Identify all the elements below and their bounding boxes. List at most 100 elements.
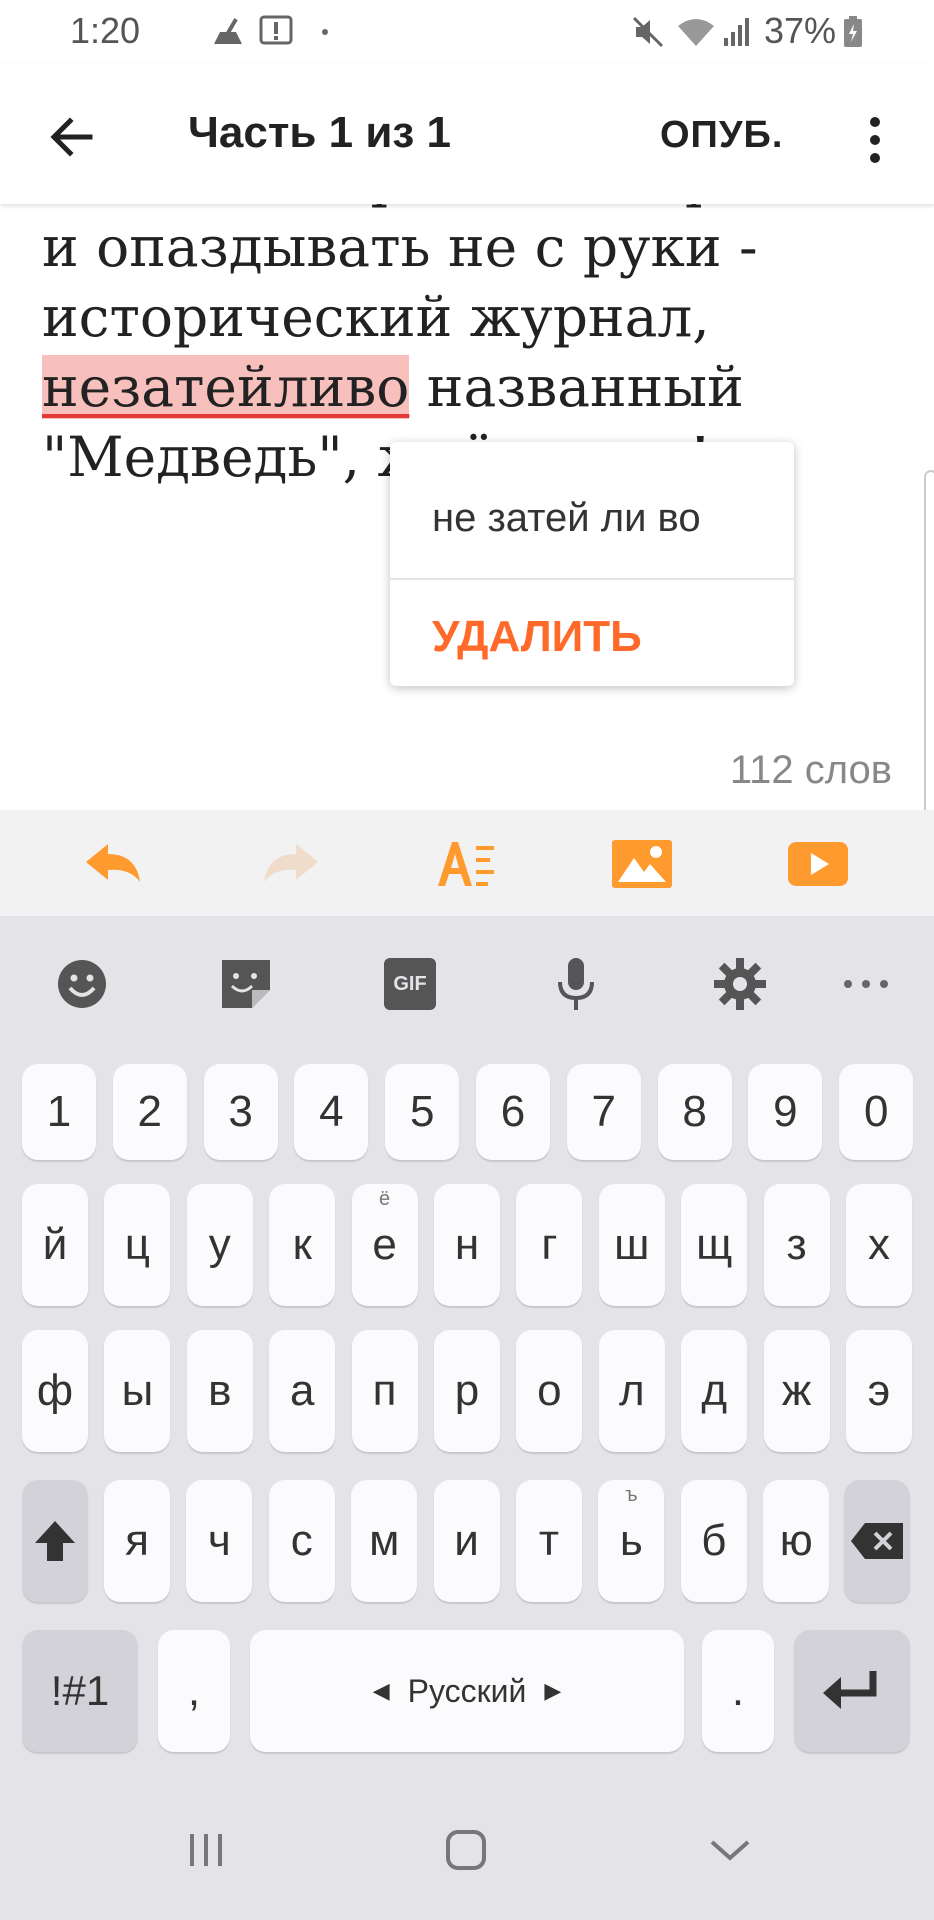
key-и[interactable]: и	[433, 1480, 500, 1602]
sticker-icon[interactable]	[218, 956, 274, 1012]
key-label: г	[541, 1220, 558, 1269]
key-label: 2	[137, 1087, 163, 1136]
key-д[interactable]: д	[681, 1330, 748, 1452]
key-м[interactable]: м	[351, 1480, 418, 1602]
key-label: н	[454, 1220, 480, 1269]
comma-key[interactable]: ,	[158, 1630, 230, 1752]
key-label: ц	[124, 1220, 150, 1269]
key-label: х	[868, 1220, 890, 1269]
mute-icon	[632, 16, 664, 48]
recent-apps-icon[interactable]	[176, 1820, 236, 1880]
key-е[interactable]: ёе	[351, 1184, 418, 1306]
backspace-key[interactable]	[844, 1480, 910, 1602]
key-п[interactable]: п	[351, 1330, 418, 1452]
key-т[interactable]: т	[516, 1480, 582, 1602]
text-before: Сегодня первый день работы и опаздывать …	[42, 204, 893, 349]
key-б[interactable]: б	[680, 1480, 747, 1602]
key-label: т	[538, 1516, 560, 1565]
undo-icon[interactable]	[82, 832, 146, 896]
key-8[interactable]: 8	[657, 1064, 732, 1160]
key-н[interactable]: н	[434, 1184, 500, 1306]
gif-icon[interactable]: GIF	[384, 958, 436, 1010]
misspelled-word[interactable]: незатейливо	[42, 355, 410, 419]
key-label: 4	[319, 1087, 344, 1136]
redo-icon[interactable]	[258, 832, 322, 896]
key-ю[interactable]: ю	[763, 1480, 830, 1602]
key-ф[interactable]: ф	[22, 1330, 88, 1452]
wifi-icon	[678, 19, 714, 46]
format-toolbar	[0, 810, 934, 916]
space-key[interactable]: ◀ Русский ▶	[250, 1630, 684, 1752]
publish-button[interactable]: ОПУБ.	[660, 114, 783, 157]
key-ж[interactable]: ж	[763, 1330, 830, 1452]
key-9[interactable]: 9	[748, 1064, 823, 1160]
lang-left-arrow-icon: ◀	[372, 1678, 390, 1703]
key-label: м	[369, 1516, 400, 1565]
key-в[interactable]: в	[186, 1330, 253, 1452]
mic-icon[interactable]	[548, 956, 604, 1012]
key-label: й	[42, 1220, 68, 1269]
key-0[interactable]: 0	[839, 1064, 914, 1160]
battery-icon	[844, 16, 862, 47]
emoji-icon[interactable]	[54, 956, 110, 1012]
enter-icon	[823, 1671, 877, 1709]
key-й[interactable]: й	[22, 1184, 88, 1306]
key-у[interactable]: у	[186, 1184, 253, 1306]
key-а[interactable]: а	[269, 1330, 336, 1452]
back-arrow-icon[interactable]	[40, 104, 106, 170]
key-2[interactable]: 2	[112, 1064, 187, 1160]
key-ц[interactable]: ц	[104, 1184, 171, 1306]
alert-icon	[259, 15, 293, 45]
lang-right-arrow-icon: ▶	[544, 1678, 562, 1703]
suggestion-item[interactable]: не затей ли во	[432, 496, 701, 541]
key-о[interactable]: о	[516, 1330, 583, 1452]
symbols-key[interactable]: !#1	[22, 1630, 138, 1752]
key-э[interactable]: э	[846, 1330, 912, 1452]
key-label: ю	[779, 1516, 813, 1565]
key-label: я	[125, 1516, 149, 1565]
key-label: 5	[409, 1087, 435, 1136]
key-3[interactable]: 3	[203, 1064, 278, 1160]
key-label: 8	[682, 1087, 707, 1136]
key-5[interactable]: 5	[385, 1064, 460, 1160]
key-с[interactable]: с	[268, 1480, 335, 1602]
key-щ[interactable]: щ	[681, 1184, 748, 1306]
key-р[interactable]: р	[434, 1330, 500, 1452]
key-label: ф	[36, 1366, 74, 1415]
more-horiz-icon[interactable]	[838, 956, 894, 1012]
key-ш[interactable]: ш	[598, 1184, 665, 1306]
settings-icon[interactable]	[712, 956, 768, 1012]
key-label: р	[454, 1366, 480, 1415]
key-з[interactable]: з	[763, 1184, 830, 1306]
video-icon[interactable]	[786, 832, 850, 896]
home-icon[interactable]	[436, 1820, 496, 1880]
key-label: к	[292, 1220, 312, 1269]
key-7[interactable]: 7	[566, 1064, 641, 1160]
key-ь[interactable]: ъь	[598, 1480, 665, 1602]
backspace-icon	[851, 1523, 903, 1559]
key-я[interactable]: я	[104, 1480, 170, 1602]
keyboard: GIF 1234 567890 й цукёен гшщзх фывапролджэ ячс…	[0, 916, 934, 1920]
more-vert-icon[interactable]	[860, 110, 890, 170]
key-ч[interactable]: ч	[186, 1480, 253, 1602]
key-6[interactable]: 6	[476, 1064, 550, 1160]
scroll-handle[interactable]	[924, 470, 934, 830]
enter-key[interactable]	[794, 1630, 910, 1752]
delete-button[interactable]: УДАЛИТЬ	[432, 612, 642, 662]
key-4[interactable]: 4	[294, 1064, 369, 1160]
key-label: в	[208, 1366, 232, 1415]
key-ы[interactable]: ы	[104, 1330, 171, 1452]
hide-keyboard-icon[interactable]	[700, 1820, 760, 1880]
image-icon[interactable]	[610, 832, 674, 896]
dot-icon	[322, 29, 328, 35]
key-л[interactable]: л	[598, 1330, 665, 1452]
page-title: Часть 1 из 1	[188, 108, 451, 157]
text-format-icon[interactable]	[434, 832, 498, 896]
key-1[interactable]: 1	[22, 1064, 96, 1160]
space-label: Русский	[407, 1672, 527, 1709]
shift-key[interactable]	[22, 1480, 88, 1602]
key-г[interactable]: г	[516, 1184, 583, 1306]
period-key[interactable]: .	[702, 1630, 774, 1752]
key-к[interactable]: к	[269, 1184, 336, 1306]
key-х[interactable]: х	[846, 1184, 912, 1306]
